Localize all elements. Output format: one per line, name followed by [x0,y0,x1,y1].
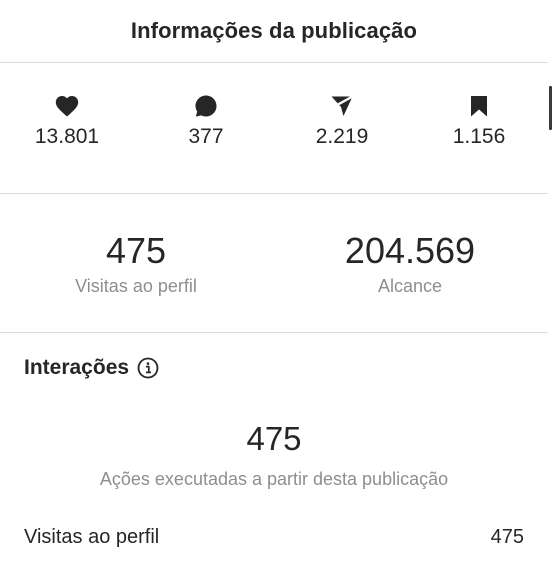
interactions-total: 475 [246,420,302,457]
profile-visits-row-label: Visitas ao perfil [24,526,160,548]
profile-visits-label: Visitas ao perfil [75,276,197,296]
saves-stat: 1.156 [424,93,534,149]
shares-stat: 2.219 [287,93,397,149]
bookmark-icon [470,93,488,119]
saves-count: 1.156 [452,125,506,148]
interactions-title: Interações [24,356,130,379]
shares-count: 2.219 [315,125,369,148]
info-icon[interactable] [137,357,159,379]
comments-count: 377 [188,125,224,148]
reach-value: 204.569 [344,230,476,271]
reach-summary-item: 204.569 Alcance [300,230,520,297]
likes-count: 13.801 [34,125,100,148]
header-divider [0,62,548,63]
likes-stat: 13.801 [12,93,122,149]
profile-visits-row-value: 475 [490,526,524,548]
engagement-stats: 13.801 377 2.219 1.156 [0,93,548,163]
header: Informações da publicação [0,0,548,62]
stats-divider [0,193,548,194]
reach-divider [0,332,548,333]
profile-visits-value: 475 [105,230,167,271]
reach-summary: 475 Visitas ao perfil 204.569 Alcance [0,230,548,310]
profile-visits-row: Visitas ao perfil 475 [24,526,524,549]
scroll-indicator[interactable] [549,86,552,130]
reach-label: Alcance [377,276,443,296]
interactions-description: Ações executadas a partir desta publicaç… [99,469,449,489]
comments-stat: 377 [151,93,261,149]
share-icon [330,93,354,119]
interactions-heading: Interações [24,356,159,380]
profile-visits-summary: 475 Visitas ao perfil [26,230,246,297]
page-title: Informações da publicação [130,18,418,43]
comment-icon [194,93,218,119]
heart-icon [55,93,79,119]
